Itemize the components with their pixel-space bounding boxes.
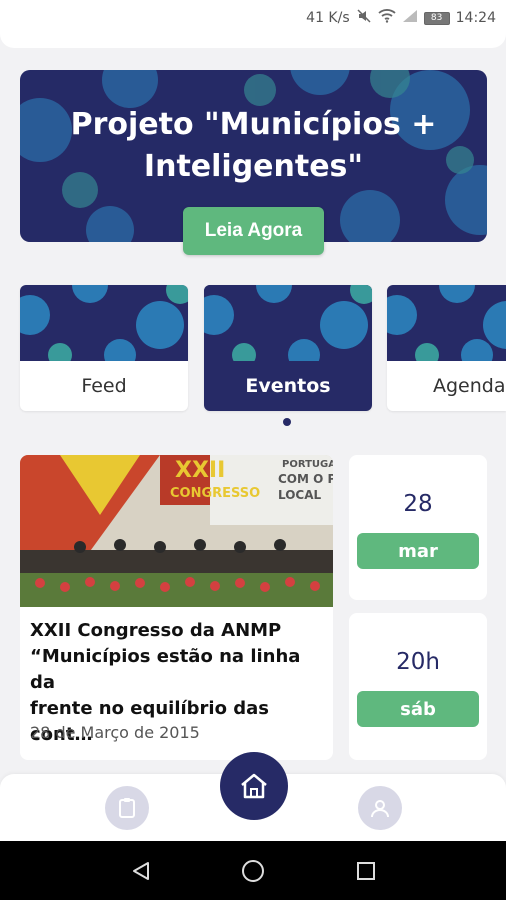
hero-title-line-1: Projeto "Municípios +	[70, 107, 437, 142]
photo-text-4: COM O POD	[278, 472, 333, 486]
read-now-button[interactable]: Leia Agora	[183, 207, 324, 255]
category-agenda[interactable]: Agenda	[387, 285, 506, 411]
wifi-icon	[378, 9, 396, 27]
event-time-box: 20h sáb	[349, 613, 487, 760]
category-agenda-label: Agenda	[433, 375, 506, 397]
photo-text-2: CONGRESSO	[170, 486, 260, 501]
event-date: 28 de Março de 2015	[30, 723, 200, 742]
home-system-icon[interactable]	[240, 858, 266, 884]
clipboard-icon[interactable]	[105, 786, 149, 830]
event-photo: XXII CONGRESSO PORTUGAL COM O POD LOCAL	[20, 455, 333, 607]
back-icon[interactable]	[128, 858, 154, 884]
category-agenda-image	[387, 285, 506, 361]
home-icon[interactable]	[220, 752, 288, 820]
photo-text-3: PORTUGAL	[282, 459, 333, 470]
event-month-badge: mar	[357, 533, 479, 569]
network-speed: 41 K/s	[306, 10, 350, 26]
event-hour: 20h	[396, 649, 440, 675]
signal-icon	[402, 9, 418, 27]
user-icon[interactable]	[358, 786, 402, 830]
event-card[interactable]: XXII CONGRESSO PORTUGAL COM O POD LOCAL …	[20, 455, 333, 760]
category-feed-image	[20, 285, 188, 361]
event-day: 28	[403, 491, 433, 517]
hero-title: Projeto "Municípios + Inteligentes"	[20, 104, 487, 188]
category-events[interactable]: Eventos	[204, 285, 372, 411]
status-bar: 41 K/s 83 14:24	[0, 0, 506, 36]
clock: 14:24	[455, 10, 496, 26]
event-title-line-2: “Municípios estão na linha da	[30, 646, 301, 693]
hero-title-line-2: Inteligentes"	[143, 149, 364, 184]
category-events-image	[204, 285, 372, 361]
event-title-line-1: XXII Congresso da ANMP	[30, 620, 282, 641]
recents-icon[interactable]	[353, 858, 379, 884]
mute-icon	[356, 8, 372, 28]
event-weekday-badge: sáb	[357, 691, 479, 727]
carousel-indicator	[283, 418, 291, 426]
category-feed-label: Feed	[81, 375, 127, 397]
category-events-label: Eventos	[245, 375, 331, 397]
battery-icon: 83	[423, 11, 450, 25]
photo-text-1: XXII	[175, 458, 225, 483]
event-day-box: 28 mar	[349, 455, 487, 600]
photo-text-5: LOCAL	[278, 488, 322, 502]
system-navigation-bar	[0, 841, 506, 900]
category-feed[interactable]: Feed	[20, 285, 188, 411]
